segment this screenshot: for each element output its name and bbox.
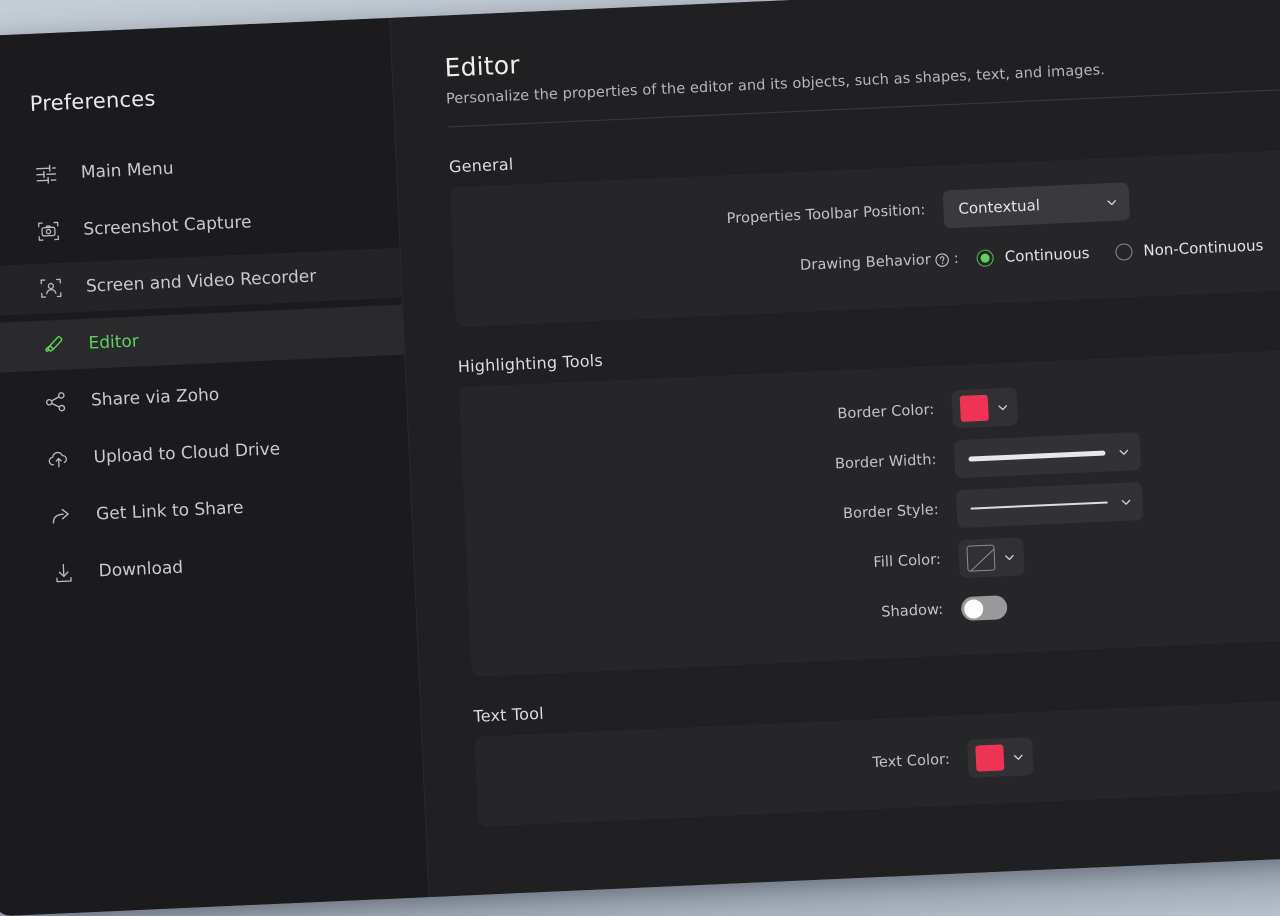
sidebar-item-download[interactable]: Download — [0, 532, 414, 601]
border-style-control — [956, 476, 1275, 528]
sidebar-item-label: Screenshot Capture — [83, 212, 252, 239]
text-color-picker[interactable] — [967, 737, 1034, 778]
fill-color-control — [958, 526, 1277, 578]
properties-toolbar-position-label: Properties Toolbar Position: — [726, 202, 925, 227]
border-style-preview — [971, 502, 1108, 510]
camera-capture-icon — [35, 218, 62, 245]
border-color-picker[interactable] — [951, 387, 1018, 428]
chevron-down-icon — [996, 400, 1010, 414]
fill-color-picker[interactable] — [958, 537, 1025, 578]
fill-color-swatch-none — [966, 545, 995, 572]
chevron-down-icon — [1119, 495, 1133, 509]
text-color-label: Text Color: — [872, 752, 950, 771]
chevron-down-icon — [1003, 550, 1017, 564]
section-general: General Properties Toolbar Position: Con… — [449, 116, 1280, 327]
download-icon — [50, 559, 77, 586]
chevron-down-icon — [1012, 750, 1026, 764]
editor-settings-panel: Editor Personalize the properties of the… — [390, 0, 1280, 897]
cloud-upload-icon — [45, 446, 72, 473]
highlighting-tools-card: Border Color: Border Width: — [459, 350, 1280, 677]
sidebar-item-label: Share via Zoho — [91, 385, 220, 411]
highlighter-pen-icon — [40, 332, 67, 359]
shadow-label: Shadow: — [881, 602, 944, 621]
sidebar-item-label: Upload to Cloud Drive — [93, 439, 280, 467]
sidebar-title: Preferences — [0, 76, 393, 119]
section-highlighting-tools: Highlighting Tools Border Color: B — [457, 316, 1280, 677]
radio-option-continuous[interactable]: Continuous — [976, 244, 1089, 267]
text-color-swatch — [975, 744, 1004, 771]
share-nodes-icon — [43, 389, 70, 416]
drawing-behavior-separator: : — [953, 251, 959, 267]
text-color-control — [967, 726, 1280, 778]
drawing-behavior-label: Drawing Behavior — [800, 252, 931, 274]
shadow-toggle[interactable] — [961, 595, 1008, 621]
sliders-icon — [32, 161, 59, 188]
row-text-color: Text Color: — [505, 723, 1280, 802]
border-width-preview — [968, 450, 1105, 461]
properties-toolbar-position-control: Contextual — [943, 176, 1262, 228]
drawing-behavior-label-group: Drawing Behavior : — [800, 251, 959, 274]
border-width-label: Border Width: — [835, 452, 937, 473]
forward-arrow-icon — [48, 502, 75, 529]
sidebar-item-label: Editor — [88, 331, 139, 353]
chevron-down-icon — [1105, 195, 1119, 209]
fill-color-label: Fill Color: — [873, 552, 941, 571]
properties-toolbar-position-value: Contextual — [958, 196, 1040, 218]
radio-non-continuous-indicator — [1115, 243, 1133, 261]
border-width-control — [954, 426, 1273, 478]
sidebar-item-label: Main Menu — [80, 159, 173, 183]
sidebar-item-label: Download — [98, 558, 183, 582]
general-card: Properties Toolbar Position: Contextual … — [450, 150, 1280, 327]
shadow-control — [961, 583, 1280, 621]
properties-toolbar-position-select[interactable]: Contextual — [943, 182, 1131, 228]
border-style-label: Border Style: — [843, 502, 939, 522]
chevron-down-icon — [1117, 445, 1131, 459]
border-width-select[interactable] — [954, 432, 1142, 478]
person-capture-icon — [37, 275, 64, 302]
border-color-control — [951, 376, 1270, 428]
radio-option-non-continuous[interactable]: Non-Continuous — [1115, 236, 1264, 261]
radio-continuous-label: Continuous — [1004, 244, 1089, 266]
section-text-tool: Text Tool Text Color: — [473, 665, 1280, 826]
help-circle-icon[interactable] — [935, 252, 951, 268]
border-color-label: Border Color: — [837, 402, 935, 422]
sidebar-item-label: Screen and Video Recorder — [86, 266, 317, 296]
preferences-sidebar: Preferences Main Menu — [0, 18, 429, 916]
border-style-select[interactable] — [956, 482, 1144, 528]
preferences-window: Preferences Main Menu — [0, 0, 1280, 916]
radio-non-continuous-label: Non-Continuous — [1143, 236, 1264, 259]
border-color-swatch — [960, 395, 989, 422]
sidebar-item-label: Get Link to Share — [96, 498, 244, 525]
drawing-behavior-radio-group: Continuous Non-Continuous — [976, 236, 1263, 267]
drawing-behavior-control: Continuous Non-Continuous — [976, 236, 1263, 267]
radio-continuous-indicator — [976, 249, 994, 267]
